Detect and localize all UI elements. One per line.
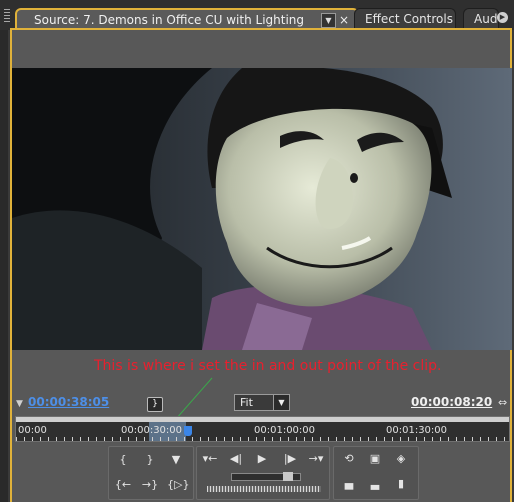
zoom-ruler-icon[interactable]: ⇔	[498, 396, 507, 409]
ruler-label: 00:01:30:00	[386, 425, 448, 436]
output-controls: ⟲ ▣ ◈ ▄ ▃ ▮	[333, 446, 419, 500]
export-frame-icon[interactable]: ▮	[392, 477, 410, 491]
tab-audio-label: Audio Mixer	[474, 12, 498, 26]
tab-audio-mixer[interactable]: Audio Mixer	[463, 8, 499, 29]
zoom-scroll-bar[interactable]	[16, 417, 509, 422]
time-ruler[interactable]: 00:00 00:00:30:00 00:01:00:00 00:01:30:0…	[15, 416, 510, 442]
source-clip-dropdown-icon[interactable]: ▼	[321, 13, 336, 28]
annotation-text: This is where i set the in and out point…	[94, 358, 442, 374]
ruler-label: 00:00:30:00	[121, 425, 183, 436]
go-to-next-marker-icon[interactable]: →▾	[307, 452, 325, 466]
go-to-previous-marker-icon[interactable]: ▾←	[201, 452, 219, 466]
set-marker-icon[interactable]: ▼	[167, 453, 185, 467]
in-out-duration[interactable]: 00:00:08:20	[411, 395, 492, 409]
shuttle-track[interactable]	[231, 472, 301, 481]
play-in-to-out-icon[interactable]: {▷}	[167, 478, 189, 492]
panel-menu-icon[interactable]: ▶	[497, 12, 508, 23]
jog-wheel[interactable]	[207, 486, 321, 492]
tab-source-monitor[interactable]: Source: 7. Demons in Office CU with Ligh…	[15, 8, 359, 47]
timecode-expand-icon[interactable]: ▼	[16, 399, 23, 409]
panel-grip-icon[interactable]	[4, 8, 10, 22]
playhead[interactable]	[184, 426, 192, 436]
tab-effects-label: Effect Controls	[365, 12, 453, 26]
step-forward-icon[interactable]: |▶	[281, 452, 299, 466]
zoom-select-value: Fit	[240, 396, 253, 409]
current-timecode[interactable]: 00:00:38:05	[28, 395, 109, 409]
close-icon[interactable]: ×	[339, 10, 349, 30]
ruler-label: 00:00	[18, 425, 47, 436]
video-frame-image	[12, 68, 512, 350]
play-icon[interactable]: ▶	[253, 452, 271, 466]
overlay-icon[interactable]: ▃	[366, 477, 384, 491]
ruler-ticks	[16, 437, 509, 441]
jog-shuttle[interactable]	[207, 472, 321, 493]
shuttle-handle[interactable]	[283, 472, 293, 481]
safe-margins-icon[interactable]: ▣	[366, 452, 384, 466]
mark-in-icon[interactable]: {	[114, 453, 132, 467]
step-back-icon[interactable]: ◀|	[227, 452, 245, 466]
output-icon[interactable]: ◈	[392, 452, 410, 466]
mark-out-icon[interactable]: }	[141, 453, 159, 467]
loop-icon[interactable]: ⟲	[340, 452, 358, 466]
marker-controls: { } ▼ {← →} {▷}	[108, 446, 194, 500]
zoom-select[interactable]: Fit ▼	[234, 394, 290, 411]
tab-effect-controls[interactable]: Effect Controls	[354, 8, 456, 29]
insert-icon[interactable]: ▄	[340, 477, 358, 491]
left-panel-edge	[0, 30, 8, 502]
go-to-out-icon[interactable]: →}	[141, 478, 159, 492]
ruler-label: 00:01:00:00	[254, 425, 316, 436]
video-preview	[12, 68, 512, 350]
chevron-down-icon[interactable]: ▼	[273, 395, 289, 410]
go-to-in-icon[interactable]: {←	[114, 478, 132, 492]
drag-video-audio-icon[interactable]: }	[147, 397, 163, 412]
